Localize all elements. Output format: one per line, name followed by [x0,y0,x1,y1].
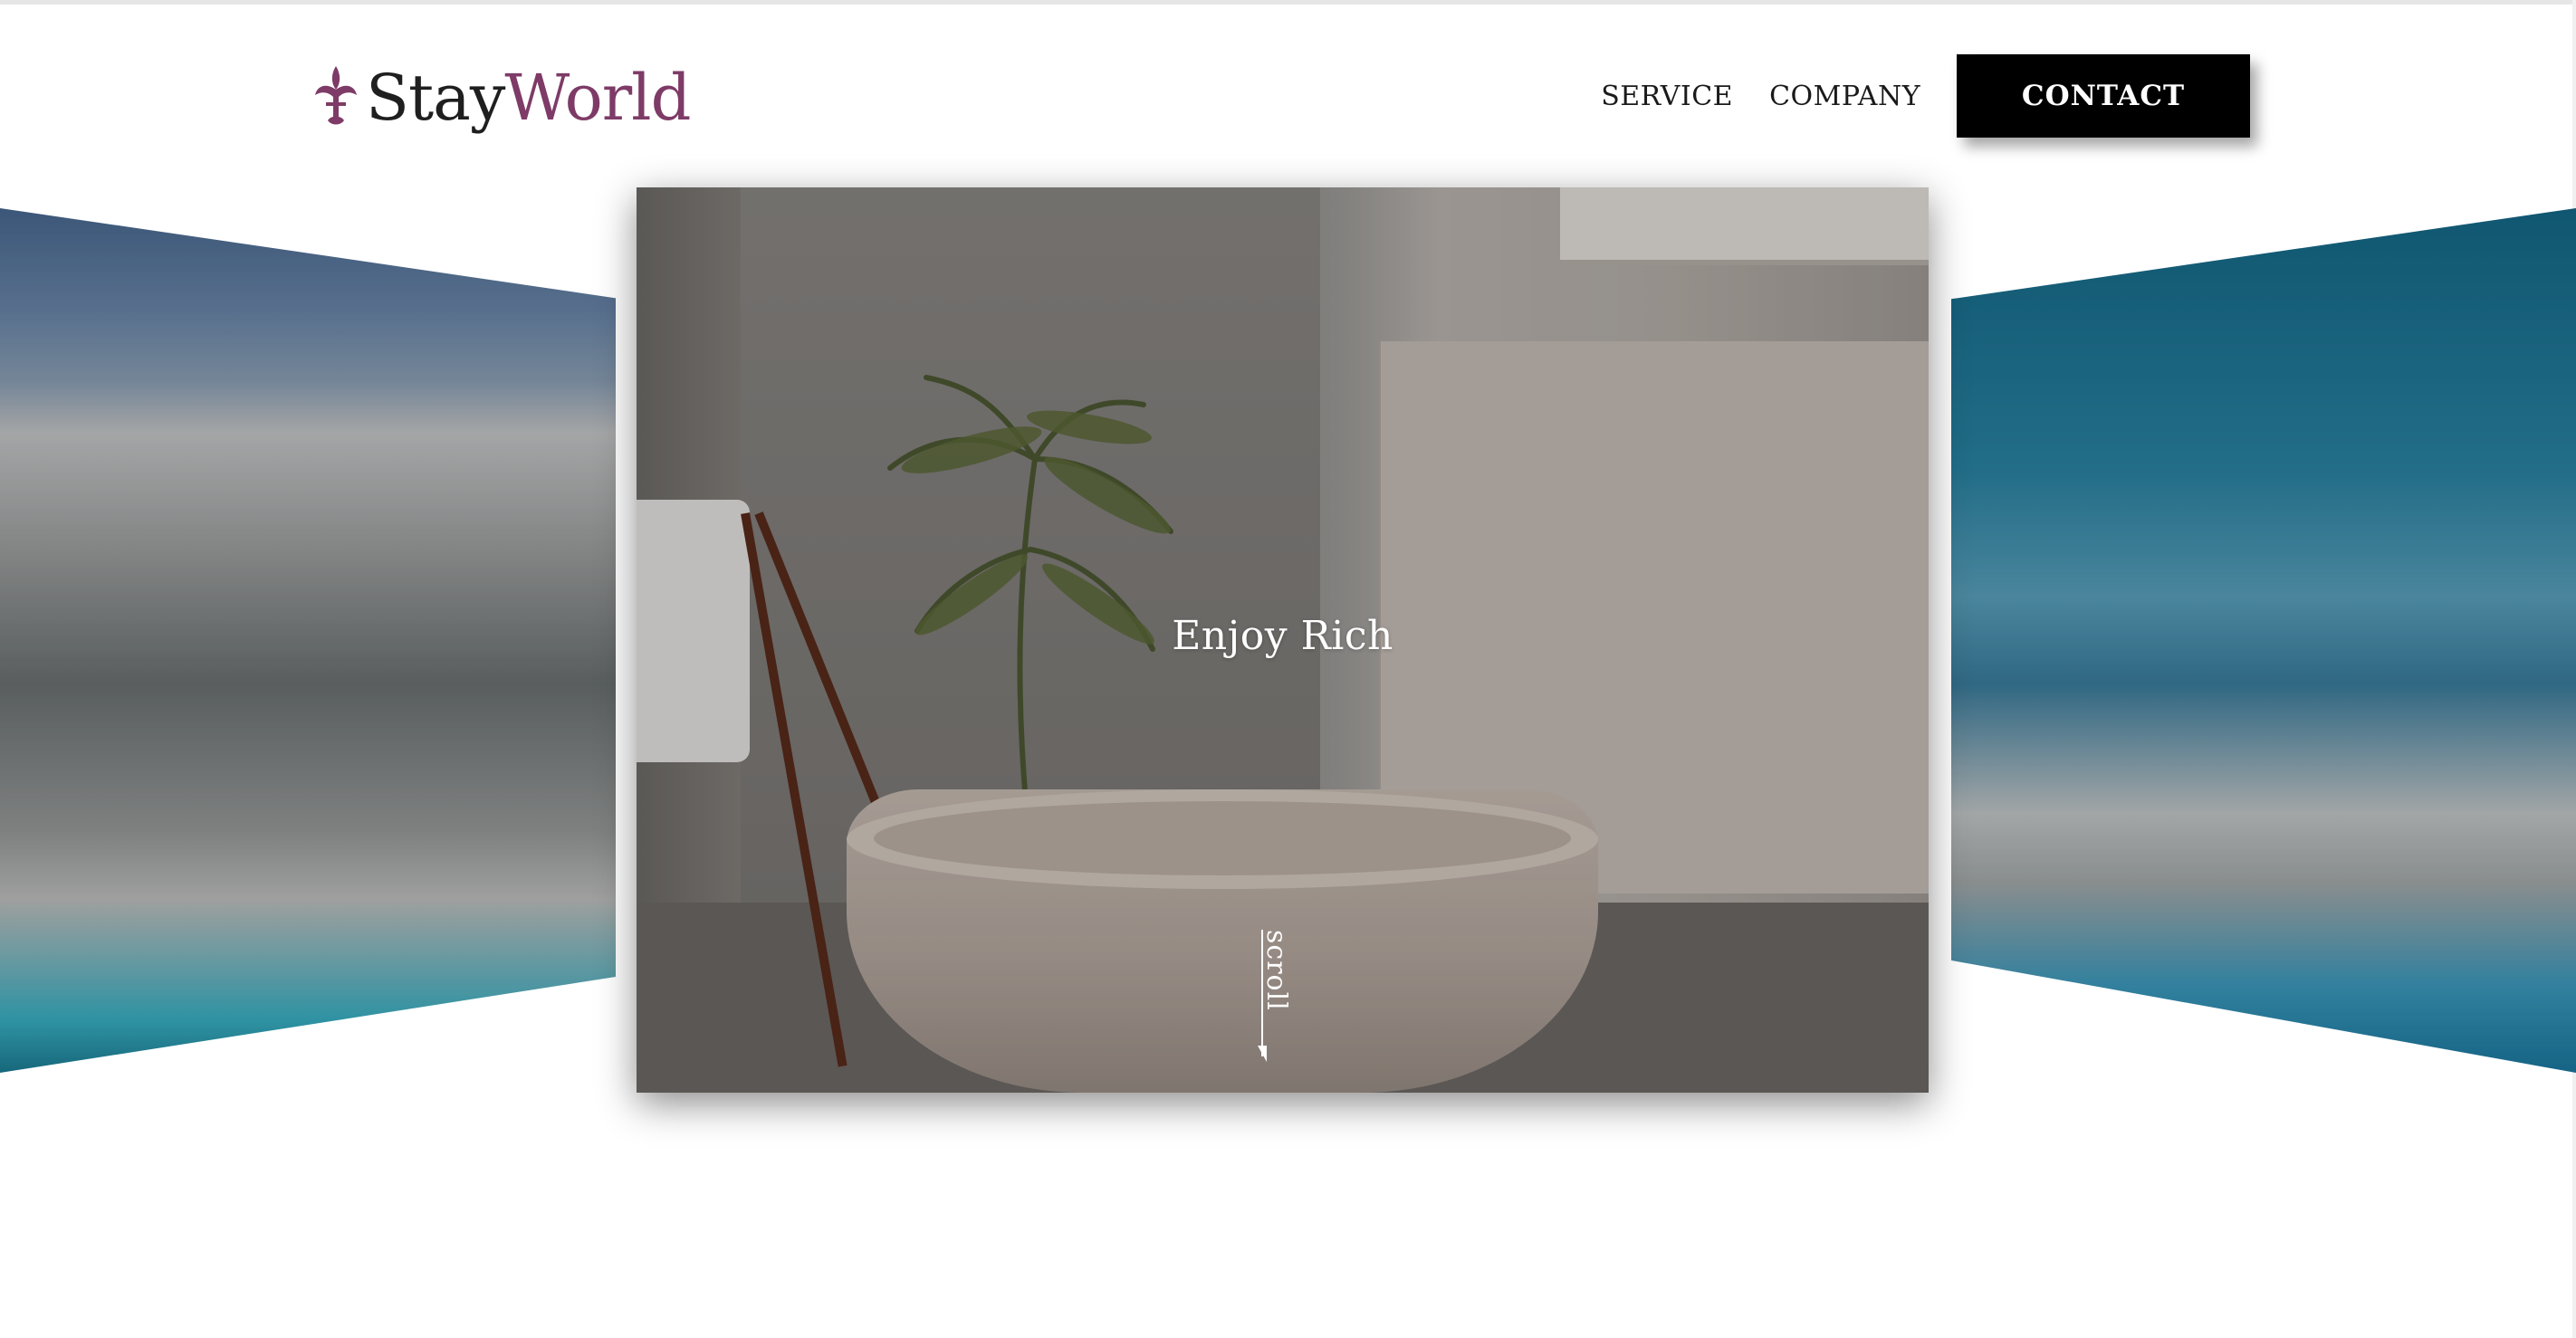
logo-text-stay: Stay [366,61,505,135]
logo-text-world: World [504,61,691,135]
carousel-slide-right[interactable] [1951,208,2576,1073]
nav-service[interactable]: SERVICE [1601,81,1733,112]
main-nav: SERVICE COMPANY CONTACT [1601,54,2250,138]
scroll-label: scroll [1260,930,1292,1011]
scroll-indicator[interactable]: scroll [1252,930,1307,1066]
nav-company[interactable]: COMPANY [1769,81,1920,112]
top-rule [0,0,2576,5]
slide-dim-overlay [0,208,616,1073]
fleur-de-lis-icon [315,66,357,125]
logo-text: StayWorld [366,66,691,129]
carousel-slide-center[interactable]: Enjoy Rich scroll [637,187,1929,1093]
contact-button[interactable]: CONTACT [1957,54,2250,138]
arrow-down-icon [1258,1046,1267,1062]
logo[interactable]: StayWorld [310,56,691,139]
carousel-slide-left[interactable] [0,208,616,1073]
slide-dim-overlay [1951,208,2576,1073]
hero-title: Enjoy Rich [1172,613,1393,659]
